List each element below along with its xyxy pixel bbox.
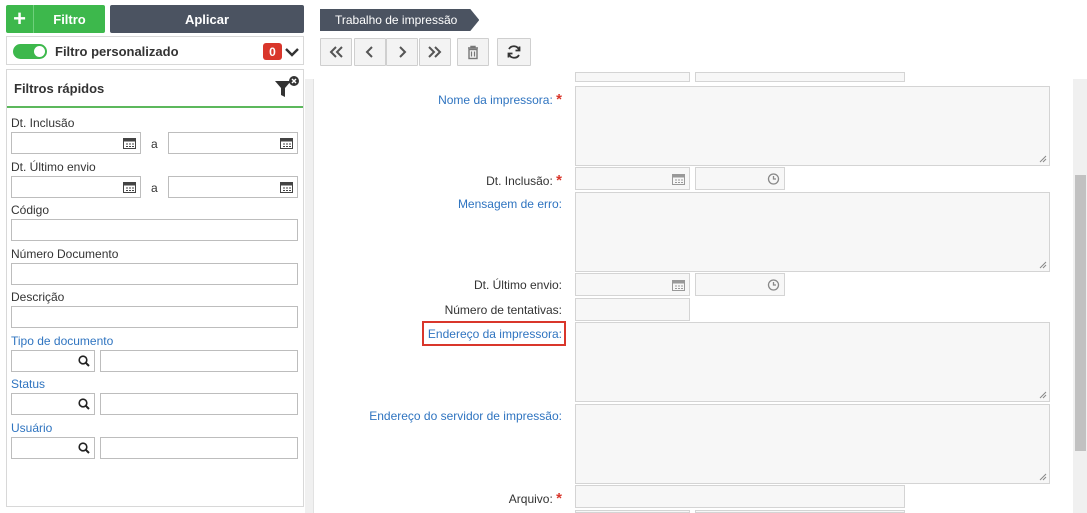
search-icon[interactable] — [78, 398, 90, 410]
calendar-icon[interactable] — [280, 137, 293, 149]
filter-label-codigo: Código — [11, 203, 50, 217]
calendar-icon[interactable] — [123, 137, 136, 149]
label-numero-tentativas: Número de tentativas: — [445, 303, 562, 317]
quick-filters-header: Filtros rápidos — [7, 70, 303, 108]
search-icon[interactable] — [78, 442, 90, 454]
numero-tentativas-input[interactable] — [575, 298, 690, 321]
status-description-input[interactable] — [100, 393, 298, 415]
label-mensagem-erro-text[interactable]: Mensagem de erro: — [458, 197, 562, 211]
clock-icon[interactable] — [767, 279, 780, 291]
label-arquivo-text: Arquivo: — [508, 492, 553, 506]
double-chevron-left-icon — [329, 46, 343, 58]
filter-label-usuario[interactable]: Usuário — [11, 421, 52, 435]
filter-label-dt-inclusao: Dt. Inclusão — [11, 116, 75, 130]
range-separator: a — [151, 181, 158, 195]
label-numero-tentativas-text: Número de tentativas: — [444, 303, 562, 317]
usuario-lookup-input[interactable] — [11, 437, 95, 459]
required-mark: * — [556, 91, 562, 108]
nome-impressora-textarea[interactable] — [575, 86, 1050, 166]
endereco-servidor-textarea[interactable] — [575, 404, 1050, 484]
mensagem-erro-textarea[interactable] — [575, 192, 1050, 272]
next-record-button[interactable] — [386, 38, 418, 66]
search-icon[interactable] — [78, 355, 90, 367]
dt-ultimo-envio-time-input[interactable] — [695, 273, 785, 296]
refresh-icon — [507, 45, 521, 59]
label-endereco-servidor[interactable]: Endereço do servidor de impressão: — [369, 409, 562, 423]
plus-icon: + — [6, 5, 34, 33]
form-scrollbar-thumb[interactable] — [1075, 175, 1086, 451]
tipo-documento-lookup-input[interactable] — [11, 350, 95, 372]
label-endereco-impressora[interactable]: Endereço da impressora: — [428, 327, 562, 341]
filter-label-numero-documento: Número Documento — [11, 247, 119, 261]
partial-field-top-left[interactable] — [575, 72, 690, 82]
dt-inclusao-date-input[interactable] — [575, 167, 690, 190]
filter-button-label: Filtro — [53, 11, 86, 27]
dt-inclusao-to-input[interactable] — [168, 132, 298, 154]
partial-field-top-right[interactable] — [695, 72, 905, 82]
breadcrumb[interactable]: Trabalho de impressão — [320, 9, 479, 31]
custom-filter-row: Filtro personalizado 0 — [6, 36, 304, 65]
custom-filter-count-badge: 0 — [263, 43, 282, 60]
filter-label-status[interactable]: Status — [11, 377, 45, 391]
first-record-button[interactable] — [320, 38, 352, 66]
resize-handle-icon[interactable] — [1039, 155, 1047, 163]
filter-button[interactable]: + Filtro — [6, 5, 105, 33]
last-record-button[interactable] — [419, 38, 451, 66]
label-nome-impressora-text[interactable]: Nome da impressora: — [438, 93, 553, 107]
descricao-input[interactable] — [11, 306, 298, 328]
filter-label-tipo-documento[interactable]: Tipo de documento — [11, 334, 113, 348]
label-nome-impressora[interactable]: Nome da impressora: * — [438, 91, 562, 108]
filter-label-descricao: Descrição — [11, 290, 65, 304]
dt-inclusao-time-input[interactable] — [695, 167, 785, 190]
dt-inclusao-from-input[interactable] — [11, 132, 141, 154]
filter-label-dt-ultimo-envio: Dt. Último envio — [11, 160, 96, 174]
usuario-description-input[interactable] — [100, 437, 298, 459]
dt-ultimo-envio-date-input[interactable] — [575, 273, 690, 296]
trash-icon — [468, 45, 478, 60]
resize-handle-icon[interactable] — [1039, 391, 1047, 399]
required-mark: * — [556, 490, 562, 507]
label-mensagem-erro[interactable]: Mensagem de erro: — [458, 197, 562, 211]
label-dt-inclusao: Dt. Inclusão: * — [486, 172, 562, 189]
clear-filter-icon[interactable] — [274, 74, 300, 102]
clock-icon[interactable] — [767, 173, 780, 185]
refresh-button[interactable] — [497, 38, 531, 66]
calendar-icon[interactable] — [123, 181, 136, 193]
calendar-icon[interactable] — [280, 181, 293, 193]
codigo-input[interactable] — [11, 219, 298, 241]
endereco-impressora-textarea[interactable] — [575, 322, 1050, 402]
resize-handle-icon[interactable] — [1039, 473, 1047, 481]
calendar-icon[interactable] — [672, 279, 685, 291]
dt-ultimo-envio-to-input[interactable] — [168, 176, 298, 198]
label-arquivo: Arquivo: * — [509, 490, 562, 507]
form-gutter — [305, 79, 313, 513]
range-separator: a — [151, 137, 158, 151]
label-endereco-servidor-text[interactable]: Endereço do servidor de impressão: — [369, 409, 562, 423]
tipo-documento-description-input[interactable] — [100, 350, 298, 372]
chevron-right-icon — [399, 46, 407, 58]
custom-filter-label: Filtro personalizado — [55, 44, 179, 59]
resize-handle-icon[interactable] — [1039, 261, 1047, 269]
chevron-down-icon[interactable] — [284, 44, 300, 60]
label-dt-inclusao-text: Dt. Inclusão: — [486, 174, 553, 188]
label-endereco-impressora-text[interactable]: Endereço da impressora: — [428, 327, 562, 341]
numero-documento-input[interactable] — [11, 263, 298, 285]
custom-filter-toggle[interactable] — [13, 44, 47, 59]
label-dt-ultimo-envio: Dt. Último envio: — [474, 278, 562, 292]
status-lookup-input[interactable] — [11, 393, 95, 415]
double-chevron-right-icon — [428, 46, 442, 58]
required-mark: * — [556, 172, 562, 189]
label-dt-ultimo-envio-text: Dt. Último envio: — [473, 278, 562, 292]
previous-record-button[interactable] — [354, 38, 386, 66]
dt-ultimo-envio-from-input[interactable] — [11, 176, 141, 198]
apply-button[interactable]: Aplicar — [110, 5, 304, 33]
arquivo-input[interactable] — [575, 485, 905, 508]
quick-filters-title: Filtros rápidos — [14, 81, 105, 96]
chevron-left-icon — [365, 46, 373, 58]
delete-button[interactable] — [457, 38, 489, 66]
calendar-icon[interactable] — [672, 173, 685, 185]
